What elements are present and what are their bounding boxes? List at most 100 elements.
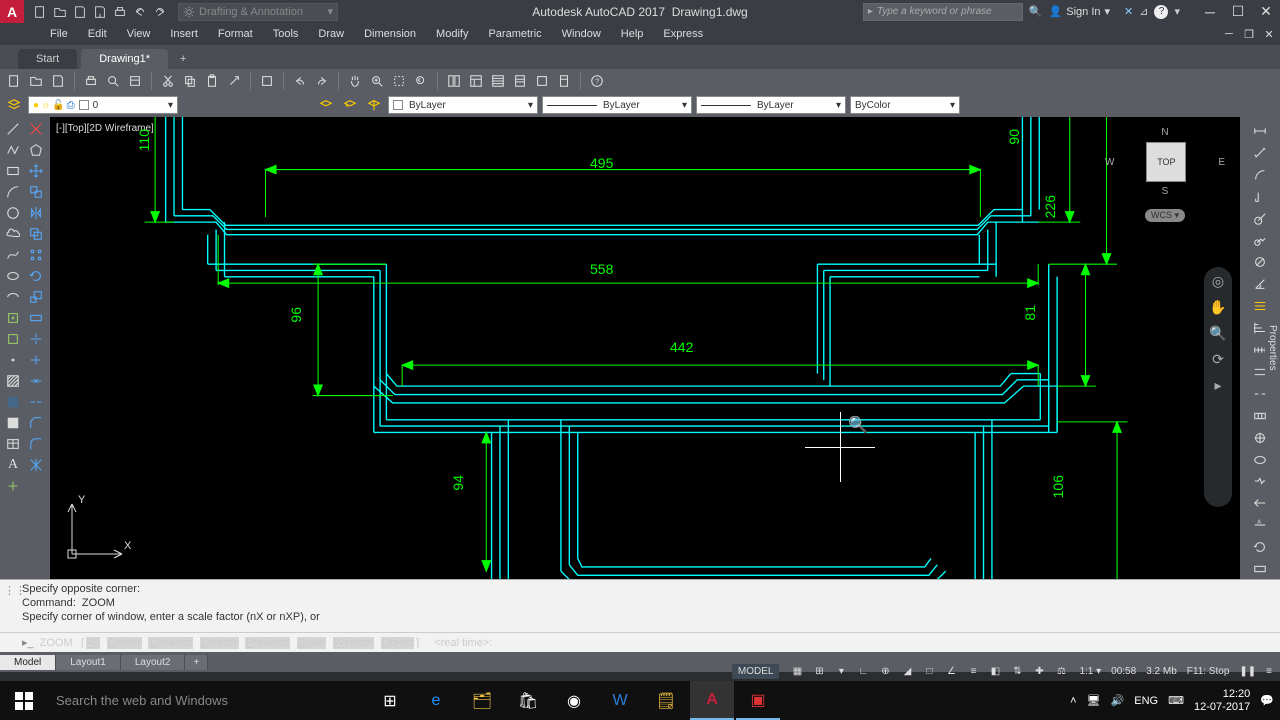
otrack-icon[interactable]: ∠: [943, 666, 959, 677]
qat-print-icon[interactable]: [110, 3, 130, 21]
snap-icon[interactable]: ⊞: [811, 666, 827, 677]
menu-parametric[interactable]: Parametric: [478, 23, 551, 45]
toolpalette-icon[interactable]: [488, 71, 508, 91]
notifications-icon[interactable]: 💬: [1260, 694, 1274, 707]
centermark-icon[interactable]: [1249, 428, 1271, 448]
array-icon[interactable]: [25, 245, 47, 265]
recorder-taskbar-icon[interactable]: ▣: [736, 681, 780, 720]
dimtedit-icon[interactable]: A: [1249, 515, 1271, 535]
annoscale-icon[interactable]: ⚖: [1053, 666, 1069, 677]
publish-icon[interactable]: [125, 71, 145, 91]
tolerance-icon[interactable]: [1249, 406, 1271, 426]
qdim-icon[interactable]: [1249, 296, 1271, 316]
layout-tab-2[interactable]: Layout2: [121, 655, 186, 670]
cut-icon[interactable]: [158, 71, 178, 91]
menu-dimension[interactable]: Dimension: [354, 23, 426, 45]
viewcube-e[interactable]: E: [1218, 157, 1225, 168]
dimarc-icon[interactable]: [1249, 165, 1271, 185]
mdi-minimize[interactable]: ─: [1220, 26, 1238, 42]
layermatch-icon[interactable]: [316, 95, 336, 115]
annomonitor-icon[interactable]: ✚: [1031, 666, 1047, 677]
construction-line-icon[interactable]: [25, 119, 47, 139]
dimangular-icon[interactable]: [1249, 274, 1271, 294]
hatch-icon[interactable]: [2, 371, 24, 391]
windows-search[interactable]: Search the web and Windows: [48, 693, 348, 708]
tray-overflow-icon[interactable]: ˄: [1070, 695, 1076, 707]
cmd-opt-scale[interactable]: Scale: [297, 637, 327, 649]
close-button[interactable]: ✕: [1252, 0, 1280, 23]
word-icon[interactable]: W: [598, 681, 642, 720]
app-logo[interactable]: A: [0, 0, 24, 23]
polar-icon[interactable]: ⊕: [877, 666, 893, 677]
store-icon[interactable]: 🛍: [506, 681, 550, 720]
wcs-badge[interactable]: WCS ▾: [1145, 209, 1185, 222]
menu-insert[interactable]: Insert: [160, 23, 208, 45]
dimbreak-icon[interactable]: [1249, 384, 1271, 404]
ortho-icon[interactable]: ∟: [855, 666, 871, 677]
qat-undo-icon[interactable]: [130, 3, 150, 21]
command-input[interactable]: ▸_ ZOOM [ All Center Dynamic Extents Pre…: [0, 632, 1280, 652]
tray-clock[interactable]: 12:20 12-07-2017: [1194, 688, 1250, 714]
cmd-opt-all[interactable]: All: [86, 637, 100, 649]
markup-icon[interactable]: [532, 71, 552, 91]
signin-button[interactable]: 👤 Sign In ▾: [1049, 5, 1110, 18]
print-icon[interactable]: [81, 71, 101, 91]
status-customize-icon[interactable]: ≡: [1266, 666, 1272, 677]
menu-file[interactable]: File: [40, 23, 78, 45]
minimize-button[interactable]: ─: [1196, 0, 1224, 23]
layout-tab-1[interactable]: Layout1: [56, 655, 121, 670]
move-icon[interactable]: [25, 161, 47, 181]
qat-open-icon[interactable]: [50, 3, 70, 21]
scale-icon[interactable]: [25, 287, 47, 307]
chevron-down-icon[interactable]: ▾: [833, 666, 849, 677]
calc-icon[interactable]: [554, 71, 574, 91]
layer-dropdown[interactable]: ● ☼ 🔓 ⎙ 0 ▾: [28, 96, 178, 114]
preview-icon[interactable]: [103, 71, 123, 91]
dimupdate-icon[interactable]: [1249, 537, 1271, 557]
qat-new-icon[interactable]: [30, 3, 50, 21]
zoom-prev-icon[interactable]: [411, 71, 431, 91]
orbit-icon[interactable]: ⟳: [1209, 351, 1227, 369]
layerprev-icon[interactable]: [340, 95, 360, 115]
explorer-icon[interactable]: 🗂: [460, 681, 504, 720]
qat-save-icon[interactable]: [70, 3, 90, 21]
properties-palette-tab[interactable]: Properties: [1265, 317, 1280, 379]
menu-express[interactable]: Express: [653, 23, 713, 45]
arc-icon[interactable]: [2, 182, 24, 202]
autocad-taskbar-icon[interactable]: A: [690, 681, 734, 720]
dimdiameter-icon[interactable]: [1249, 252, 1271, 272]
isodraft-icon[interactable]: ◢: [899, 666, 915, 677]
linetype-dropdown[interactable]: ByLayer ▾: [542, 96, 692, 114]
exchange-icon[interactable]: ✕: [1124, 5, 1133, 18]
insert-icon[interactable]: [2, 308, 24, 328]
menu-draw[interactable]: Draw: [308, 23, 354, 45]
status-model[interactable]: MODEL: [732, 664, 780, 679]
dimjogline-icon[interactable]: [1249, 472, 1271, 492]
tray-lang[interactable]: ENG: [1134, 695, 1158, 707]
plotstyle-dropdown[interactable]: ByColor ▾: [850, 96, 960, 114]
cmd-opt-previous[interactable]: Previous: [245, 637, 290, 649]
notes-icon[interactable]: 🗒: [644, 681, 688, 720]
circle-icon[interactable]: [2, 203, 24, 223]
fillet-icon[interactable]: [25, 434, 47, 454]
zoom-icon[interactable]: 🔍: [1209, 325, 1227, 343]
dimord-icon[interactable]: [1249, 187, 1271, 207]
region-icon[interactable]: [2, 413, 24, 433]
menu-view[interactable]: View: [117, 23, 161, 45]
designcenter-icon[interactable]: [466, 71, 486, 91]
menu-modify[interactable]: Modify: [426, 23, 478, 45]
workspace-dropdown[interactable]: Drafting & Annotation ▾: [178, 3, 338, 21]
showmotion-icon[interactable]: ▸: [1209, 377, 1227, 395]
extend-icon[interactable]: [25, 350, 47, 370]
dimedit-icon[interactable]: [1249, 493, 1271, 513]
zoom-rt-icon[interactable]: [367, 71, 387, 91]
viewcube-n[interactable]: N: [1105, 127, 1225, 138]
viewcube[interactable]: N W TOP E S WCS ▾: [1105, 127, 1225, 222]
qat-redo-icon[interactable]: [150, 3, 170, 21]
cycling-icon[interactable]: ⇅: [1009, 666, 1025, 677]
dimradius-icon[interactable]: [1249, 209, 1271, 229]
spline-icon[interactable]: [2, 245, 24, 265]
revcloud-icon[interactable]: [2, 224, 24, 244]
table-icon[interactable]: [2, 434, 24, 454]
copy-icon[interactable]: [180, 71, 200, 91]
